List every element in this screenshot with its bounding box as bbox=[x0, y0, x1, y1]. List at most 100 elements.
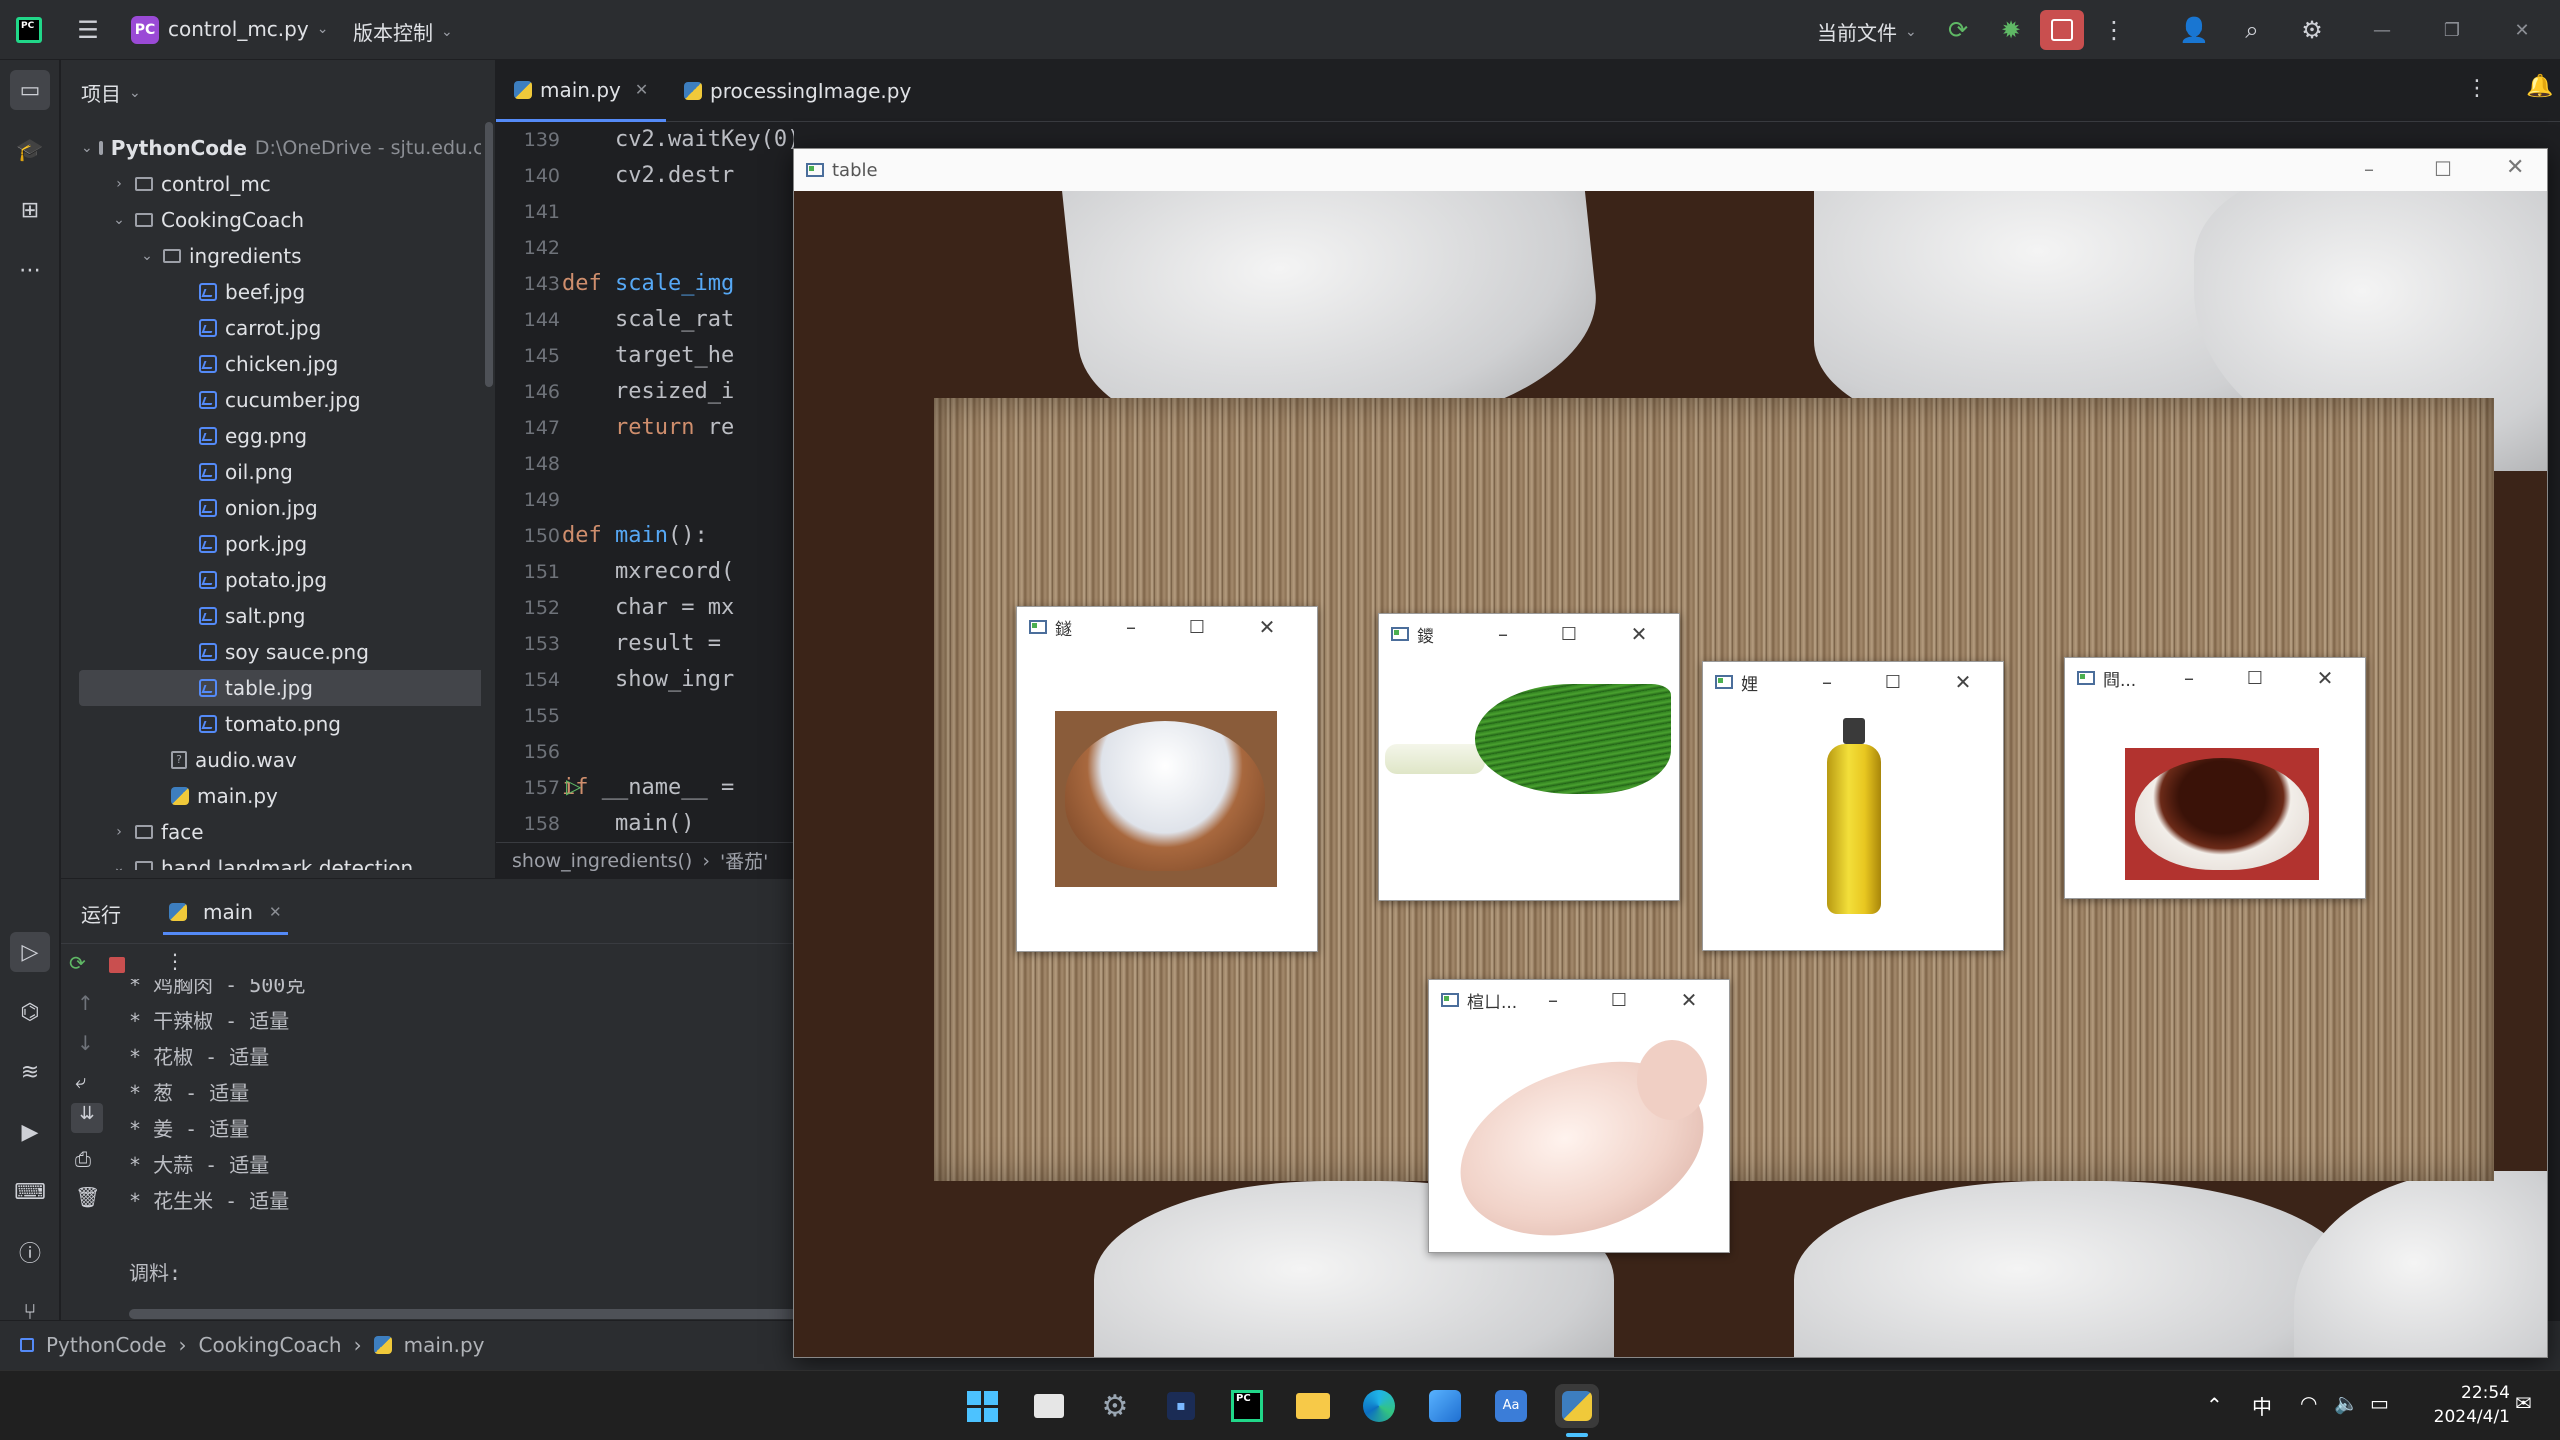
ingredient-window-soy-sauce[interactable]: 閰... – ☐ ✕ bbox=[2064, 657, 2366, 899]
tree-item-file-selected[interactable]: table.jpg bbox=[79, 670, 481, 706]
window-minimize-button[interactable]: – bbox=[1117, 613, 1145, 641]
tree-item-face[interactable]: › face bbox=[61, 814, 481, 850]
opencv-table-window[interactable]: table – ☐ ✕ 鐩 – ☐ ✕ 鑁 – ☐ ✕ 娌 – ☐ ✕ 閰...… bbox=[793, 148, 2548, 1358]
tree-item-file[interactable]: main.py bbox=[61, 778, 481, 814]
tab-main-py[interactable]: main.py ✕ bbox=[496, 60, 667, 122]
popup-titlebar[interactable]: 楦ㄩ... – ☐ ✕ bbox=[1429, 980, 1729, 1020]
window-maximize-button[interactable]: ☐ bbox=[1183, 613, 1211, 641]
problems-icon[interactable]: ⓘ bbox=[10, 1232, 50, 1272]
services-icon[interactable]: ▶ bbox=[10, 1112, 50, 1152]
window-minimize-button[interactable]: – bbox=[2364, 157, 2374, 181]
console-output[interactable]: * 鸡胸肉 - 500克 * 干辣椒 - 适量 * 花椒 - 适量 * 葱 - 适量 *… bbox=[61, 979, 796, 1319]
tree-item-file[interactable]: soy sauce.png bbox=[61, 634, 481, 670]
translator-icon[interactable]: Aa bbox=[1489, 1384, 1533, 1428]
run-gutter-icon[interactable]: ▷ bbox=[566, 774, 581, 798]
crumb-folder[interactable]: CookingCoach bbox=[199, 1333, 342, 1357]
stop-icon[interactable] bbox=[109, 957, 125, 973]
edge-browser-icon[interactable] bbox=[1357, 1384, 1401, 1428]
tree-item-pythoncode[interactable]: ⌄ PythonCode D:\OneDrive - sjtu.edu.cn bbox=[61, 130, 481, 166]
breadcrumb-function[interactable]: show_ingredients() bbox=[512, 850, 692, 872]
tree-item-file[interactable]: onion.jpg bbox=[61, 490, 481, 526]
clock[interactable]: 22:54 2024/4/1 bbox=[2420, 1381, 2510, 1429]
table-window-titlebar[interactable]: table – ☐ ✕ bbox=[794, 149, 2547, 191]
window-close-button[interactable]: ✕ bbox=[2506, 155, 2524, 180]
popup-titlebar[interactable]: 閰... – ☐ ✕ bbox=[2065, 658, 2365, 698]
window-minimize-button[interactable]: – bbox=[1489, 620, 1517, 648]
tree-item-file[interactable]: egg.png bbox=[61, 418, 481, 454]
wifi-icon[interactable]: ◠ bbox=[2300, 1391, 2317, 1415]
window-close-button[interactable]: ✕ bbox=[2504, 12, 2540, 48]
app-icon-dark[interactable]: ▪ bbox=[1159, 1384, 1203, 1428]
ingredient-window-salt[interactable]: 鐩 – ☐ ✕ bbox=[1016, 606, 1318, 952]
notification-icon[interactable]: ✉ bbox=[2515, 1391, 2532, 1415]
window-maximize-button[interactable]: ☐ bbox=[2434, 157, 2452, 181]
layers-icon[interactable]: ≋ bbox=[10, 1052, 50, 1092]
window-maximize-button[interactable]: ☐ bbox=[1879, 668, 1907, 696]
tree-item-file[interactable]: cucumber.jpg bbox=[61, 382, 481, 418]
search-icon[interactable]: ⌕ bbox=[2234, 12, 2270, 48]
ingredient-window-chicken[interactable]: 楦ㄩ... – ☐ ✕ bbox=[1428, 979, 1730, 1265]
settings-gear-icon[interactable]: ⚙ bbox=[1093, 1384, 1137, 1428]
rerun-icon[interactable]: ⟳ bbox=[69, 951, 86, 975]
window-restore-button[interactable]: ❐ bbox=[2434, 12, 2470, 48]
tree-item-hand-landmark[interactable]: ⌄ hand landmark detection bbox=[61, 850, 481, 870]
popup-titlebar[interactable]: 鑁 – ☐ ✕ bbox=[1379, 614, 1679, 654]
window-maximize-button[interactable]: ☐ bbox=[1605, 986, 1633, 1014]
window-close-button[interactable]: ✕ bbox=[2311, 664, 2339, 692]
code-view[interactable]: 139 cv2.waitKey(0) 140 cv2.destr 141 142 143… bbox=[496, 122, 794, 842]
more-actions-icon[interactable]: ⋮ bbox=[2096, 12, 2132, 48]
pycharm-taskbar-icon[interactable]: PC bbox=[1225, 1384, 1269, 1428]
task-view-icon[interactable] bbox=[1027, 1384, 1071, 1428]
python-taskbar-icon[interactable] bbox=[1555, 1384, 1599, 1428]
pycharm-logo-icon[interactable]: PC bbox=[16, 17, 42, 43]
structure-icon[interactable]: ⊞ bbox=[10, 190, 50, 230]
window-maximize-button[interactable]: ☐ bbox=[1555, 620, 1583, 648]
window-close-button[interactable]: ✕ bbox=[1625, 620, 1653, 648]
tree-item-file[interactable]: chicken.jpg bbox=[61, 346, 481, 382]
tray-chevron-up-icon[interactable]: ⌃ bbox=[2206, 1393, 2223, 1417]
popup-titlebar[interactable]: 鐩 – ☐ ✕ bbox=[1017, 607, 1317, 647]
popup-titlebar[interactable]: 娌 – ☐ ✕ bbox=[1703, 662, 2003, 702]
ingredient-window-oil[interactable]: 娌 – ☐ ✕ bbox=[1702, 661, 2004, 951]
settings-gear-icon[interactable]: ⚙ bbox=[2294, 12, 2330, 48]
window-close-button[interactable]: ✕ bbox=[1949, 668, 1977, 696]
tree-item-file[interactable]: beef.jpg bbox=[61, 274, 481, 310]
tree-item-file[interactable]: oil.png bbox=[61, 454, 481, 490]
tree-item-file[interactable]: pork.jpg bbox=[61, 526, 481, 562]
battery-icon[interactable]: ▭ bbox=[2370, 1391, 2389, 1415]
window-minimize-button[interactable]: – bbox=[2175, 664, 2203, 692]
project-selector[interactable]: control_mc.py ⌄ bbox=[168, 17, 328, 41]
learn-icon[interactable]: 🎓 bbox=[10, 130, 50, 170]
crumb-file[interactable]: main.py bbox=[404, 1333, 485, 1357]
console-hscrollbar[interactable] bbox=[129, 1309, 799, 1319]
add-user-icon[interactable]: 👤 bbox=[2176, 12, 2212, 48]
main-menu-icon[interactable]: ☰ bbox=[70, 12, 106, 48]
tree-item-file[interactable]: salt.png bbox=[61, 598, 481, 634]
run-tool-icon[interactable]: ▷ bbox=[10, 932, 50, 972]
tree-item-file[interactable]: carrot.jpg bbox=[61, 310, 481, 346]
file-explorer-icon[interactable] bbox=[1291, 1384, 1335, 1428]
volume-icon[interactable]: 🔈 bbox=[2334, 1391, 2359, 1415]
ime-indicator[interactable]: 中 bbox=[2252, 1391, 2272, 1420]
window-minimize-button[interactable]: — bbox=[2364, 12, 2400, 48]
ingredient-window-green-onion[interactable]: 鑁 – ☐ ✕ bbox=[1378, 613, 1680, 901]
terminal-icon[interactable]: ⌨ bbox=[10, 1172, 50, 1212]
photos-icon[interactable] bbox=[1423, 1384, 1467, 1428]
close-icon[interactable]: ✕ bbox=[269, 903, 282, 921]
rerun-icon[interactable]: ⟳ bbox=[1940, 12, 1976, 48]
tab-run-main[interactable]: main ✕ bbox=[163, 891, 288, 935]
tree-item-ingredients[interactable]: ⌄ ingredients bbox=[61, 238, 481, 274]
more-actions-icon[interactable]: ⋮ bbox=[165, 949, 185, 973]
tab-more-icon[interactable]: ⋮ bbox=[2466, 76, 2488, 101]
tree-item-file[interactable]: ? audio.wav bbox=[61, 742, 481, 778]
window-close-button[interactable]: ✕ bbox=[1253, 613, 1281, 641]
start-windows-icon[interactable] bbox=[960, 1384, 1004, 1428]
breadcrumb-value[interactable]: '番茄' bbox=[720, 847, 768, 874]
more-tools-icon[interactable]: ⋯ bbox=[10, 250, 50, 290]
tree-item-file[interactable]: potato.jpg bbox=[61, 562, 481, 598]
project-scrollbar[interactable] bbox=[485, 122, 493, 387]
window-minimize-button[interactable]: – bbox=[1539, 986, 1567, 1014]
tab-processingimage-py[interactable]: processingImage.py bbox=[666, 60, 929, 122]
crumb-project[interactable]: PythonCode bbox=[46, 1333, 167, 1357]
close-icon[interactable]: ✕ bbox=[635, 80, 648, 99]
